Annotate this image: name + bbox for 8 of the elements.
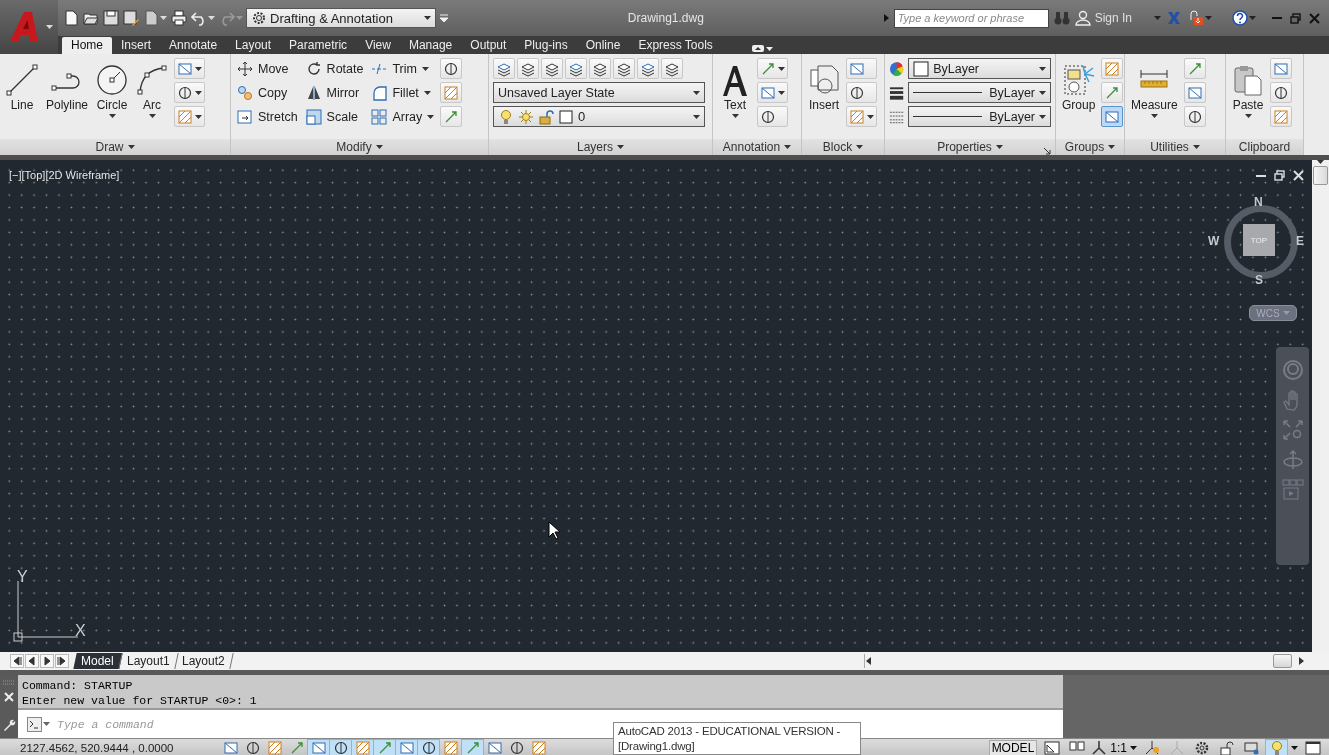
command-history-line: Enter new value for STARTUP <0>: 1	[22, 693, 258, 708]
window-title: Drawing1.dwg	[626, 11, 705, 25]
layer-name: 0	[578, 109, 586, 124]
y-axis-label: Y	[17, 568, 28, 586]
x-axis-label: X	[75, 622, 86, 640]
tooltip: AutoCAD 2013 - EDUCATIONAL VERSION - [Drawing1.dwg]	[613, 722, 861, 755]
command-history-line: Command: STARTUP	[22, 678, 134, 693]
coordinates: 2127.4562, 520.9444 , 0.0000	[19, 741, 175, 754]
